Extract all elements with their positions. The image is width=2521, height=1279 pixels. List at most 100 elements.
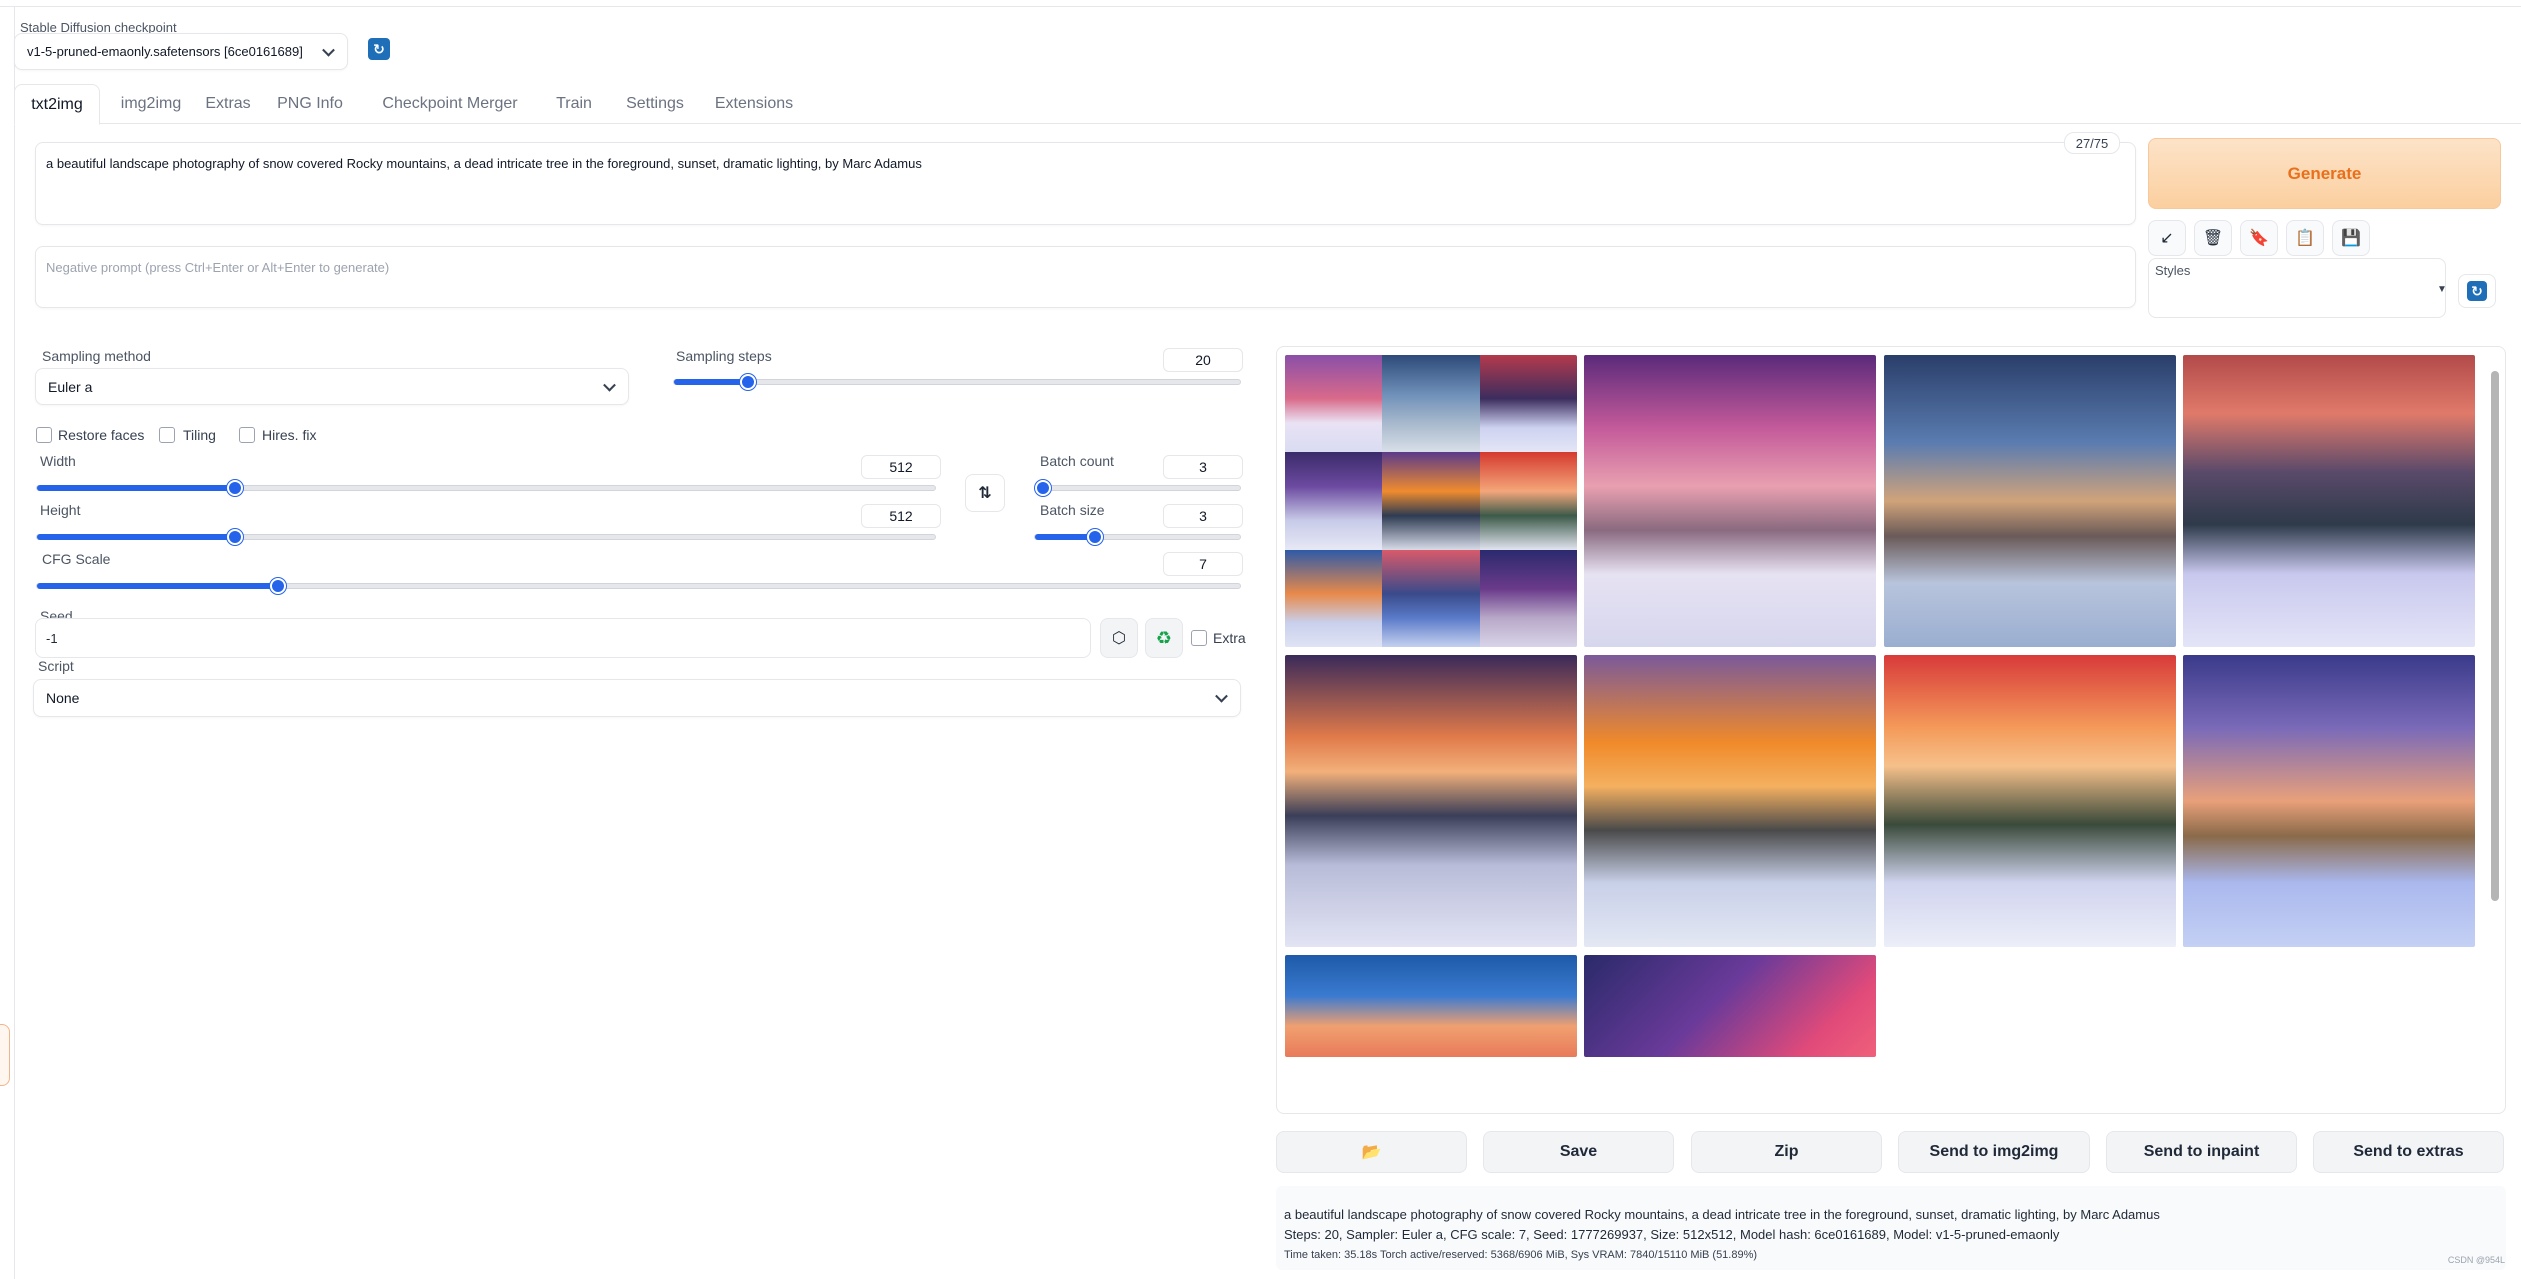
side-handle[interactable] [0,1024,10,1086]
read-params-button[interactable]: ↙ [2148,220,2186,256]
save-style-button[interactable]: 💾 [2332,220,2370,256]
caret-down-icon: ▼ [2437,284,2447,295]
swap-dimensions-button[interactable]: ⇅ [965,474,1005,512]
cfg-scale-label: CFG Scale [42,551,111,567]
slider-thumb[interactable] [227,529,243,545]
restore-faces-label: Restore faces [58,427,145,443]
script-label: Script [38,658,74,674]
height-label: Height [40,502,81,518]
tab-checkpoint-merger[interactable]: Checkpoint Merger [370,84,530,124]
gallery-image-3[interactable] [2183,355,2475,647]
width-input[interactable]: 512 [861,455,941,479]
batch-count-label: Batch count [1040,453,1114,469]
gallery-image-7[interactable] [2183,655,2475,947]
gallery-image-9[interactable] [1584,955,1876,1057]
info-params-text: Steps: 20, Sampler: Euler a, CFG scale: … [1284,1227,2060,1242]
open-folder-button[interactable]: 📂 [1276,1131,1467,1173]
slider-thumb[interactable] [227,480,243,496]
red-bookmark-icon: 🔖 [2249,230,2269,247]
gallery-image-4[interactable] [1285,655,1577,947]
gallery-grid-image[interactable] [1285,355,1577,647]
tiling-checkbox[interactable] [159,427,175,443]
refresh-icon: ↻ [2467,281,2487,301]
generate-button[interactable]: Generate [2148,138,2501,209]
output-gallery [1276,346,2506,1114]
gallery-image-6[interactable] [1884,655,2176,947]
cfg-scale-slider[interactable] [36,578,1241,594]
checkpoint-select[interactable]: v1-5-pruned-emaonly.safetensors [6ce0161… [14,33,348,70]
batch-size-input[interactable]: 3 [1163,504,1243,528]
sampling-steps-input[interactable]: 20 [1163,348,1243,372]
left-divider [14,6,15,1279]
extra-networks-button[interactable]: 🔖 [2240,220,2278,256]
top-divider [0,6,2521,7]
script-select[interactable]: None [33,679,1241,717]
styles-panel: Styles ▼ [2148,258,2447,318]
refresh-checkpoint-button[interactable]: ↻ [368,38,390,60]
clear-prompt-button[interactable]: 🗑 [2194,220,2232,256]
send-to-extras-button[interactable]: Send to extras [2313,1131,2504,1173]
cfg-scale-input[interactable]: 7 [1163,552,1243,576]
recycle-icon: ♻ [1155,627,1173,648]
script-value: None [46,690,80,706]
reuse-seed-button[interactable]: ♻ [1145,618,1183,658]
random-seed-button[interactable]: ⬡ [1100,618,1138,658]
tab-train[interactable]: Train [544,84,604,124]
send-to-inpaint-button[interactable]: Send to inpaint [2106,1131,2297,1173]
styles-label: Styles [2155,263,2191,278]
tab-settings[interactable]: Settings [612,84,698,124]
restore-faces-checkbox[interactable] [36,427,52,443]
refresh-icon: ↻ [373,40,385,57]
chevron-down-icon [1215,689,1228,703]
gallery-image-1[interactable] [1584,355,1876,647]
zip-button[interactable]: Zip [1691,1131,1882,1173]
tab-extensions[interactable]: Extensions [704,84,804,124]
checkpoint-value: v1-5-pruned-emaonly.safetensors [6ce0161… [27,44,303,59]
refresh-styles-button[interactable]: ↻ [2458,274,2496,308]
token-counter: 27/75 [2064,132,2120,154]
watermark: CSDN @954L [2447,1255,2505,1265]
sampling-steps-slider[interactable] [673,374,1241,390]
tab-img2img[interactable]: img2img [110,84,192,124]
gallery-image-2[interactable] [1884,355,2176,647]
gallery-image-5[interactable] [1584,655,1876,947]
negative-prompt-input[interactable]: Negative prompt (press Ctrl+Enter or Alt… [35,246,2136,308]
tab-extras[interactable]: Extras [198,84,258,124]
seed-input[interactable]: -1 [35,618,1091,658]
height-slider[interactable] [36,529,936,545]
info-prompt-text: a beautiful landscape photography of sno… [1284,1207,2160,1222]
diagonal-arrow-icon: ↙ [2160,230,2174,247]
height-input[interactable]: 512 [861,504,941,528]
chevron-down-icon [322,43,335,57]
batch-count-input[interactable]: 3 [1163,455,1243,479]
batch-size-slider[interactable] [1034,529,1241,545]
slider-thumb[interactable] [270,578,286,594]
chevron-down-icon [603,378,616,392]
slider-thumb[interactable] [740,374,756,390]
sampling-method-select[interactable]: Euler a [35,368,629,405]
swap-arrows-icon: ⇅ [978,485,992,502]
gallery-scrollbar[interactable] [2489,361,2501,1071]
prompt-input[interactable]: a beautiful landscape photography of sno… [35,142,2136,225]
sampling-method-value: Euler a [48,378,93,395]
width-slider[interactable] [36,480,936,496]
apply-style-button[interactable]: 📋 [2286,220,2324,256]
clipboard-icon: 📋 [2295,230,2315,247]
tab-png-info[interactable]: PNG Info [270,84,350,124]
batch-count-slider[interactable] [1034,480,1241,496]
tab-txt2img[interactable]: txt2img [14,84,100,125]
slider-thumb[interactable] [1087,529,1103,545]
scroll-thumb[interactable] [2491,371,2499,901]
extra-seed-label: Extra [1213,630,1246,646]
save-disk-icon: 💾 [2341,230,2361,247]
main-tabs: txt2img img2img Extras PNG Info Checkpoi… [14,84,2521,125]
send-to-img2img-button[interactable]: Send to img2img [1898,1131,2090,1173]
styles-dropdown[interactable]: ▼ [2437,279,2447,295]
slider-thumb[interactable] [1035,480,1051,496]
info-performance-text: Time taken: 35.18s Torch active/reserved… [1284,1249,1758,1261]
gallery-image-8[interactable] [1285,955,1577,1057]
extra-seed-checkbox[interactable] [1191,630,1207,646]
tiling-label: Tiling [183,427,216,443]
hires-fix-checkbox[interactable] [239,427,255,443]
save-button[interactable]: Save [1483,1131,1674,1173]
